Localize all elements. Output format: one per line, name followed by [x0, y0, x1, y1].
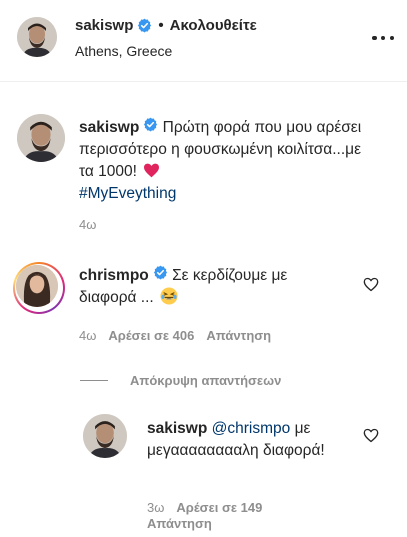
- caption-hashtag[interactable]: #MyEveything: [79, 185, 176, 202]
- story-ring[interactable]: [13, 262, 65, 314]
- header-location[interactable]: Athens, Greece: [75, 43, 172, 59]
- caption-time[interactable]: 4ω: [79, 217, 96, 232]
- reply-button[interactable]: Απάντηση: [147, 516, 212, 531]
- comment-time[interactable]: 4ω: [79, 328, 96, 343]
- hide-replies-button[interactable]: Απόκρυψη απαντήσεων: [80, 371, 281, 389]
- reply-meta: 3ω Αρέσει σε 149: [147, 500, 262, 515]
- following-button[interactable]: Ακολουθείτε: [170, 17, 257, 34]
- comment-avatar[interactable]: [16, 265, 58, 307]
- reply-mention[interactable]: @chrismpo: [212, 420, 291, 437]
- verified-badge-icon: [137, 18, 152, 33]
- header-separator: •: [158, 17, 164, 34]
- comment-username[interactable]: chrismpo: [79, 267, 149, 284]
- caption-text-block: sakiswp Πρώτη φορά που μου αρέσει περισσ…: [79, 117, 379, 205]
- caption-avatar[interactable]: [17, 114, 65, 162]
- like-heart-icon[interactable]: [363, 428, 379, 443]
- header-avatar[interactable]: [17, 17, 57, 57]
- caption-username[interactable]: sakiswp: [79, 119, 139, 136]
- header-username[interactable]: sakiswp: [75, 17, 133, 34]
- post-header: sakiswp • Ακολουθείτε Athens, Greece: [0, 0, 407, 82]
- reply-text-block: sakiswp @chrismpo με μεγααααααααλη διαφο…: [147, 418, 352, 462]
- red-heart-emoji: [143, 163, 160, 178]
- hide-replies-label: Απόκρυψη απαντήσεων: [130, 372, 282, 388]
- comment-meta: 4ω Αρέσει σε 406 Απάντηση: [79, 328, 271, 343]
- comment-likes[interactable]: Αρέσει σε 406: [108, 328, 194, 343]
- verified-badge-icon: [143, 117, 158, 132]
- reply-username[interactable]: sakiswp: [147, 420, 207, 437]
- like-heart-icon[interactable]: [363, 277, 379, 292]
- header-user-line: sakiswp • Ακολουθείτε: [75, 17, 257, 34]
- replies-divider: [80, 379, 108, 381]
- laughing-emoji: [160, 287, 178, 305]
- reply-button[interactable]: Απάντηση: [206, 328, 271, 343]
- verified-badge-icon: [153, 265, 168, 280]
- comment-text-block: chrismpo Σε κερδίζουμε με διαφορά ...: [79, 265, 349, 309]
- reply-time[interactable]: 3ω: [147, 500, 164, 515]
- reply-avatar[interactable]: [83, 414, 127, 458]
- reply-likes[interactable]: Αρέσει σε 149: [176, 500, 262, 515]
- more-options-icon[interactable]: [372, 30, 394, 46]
